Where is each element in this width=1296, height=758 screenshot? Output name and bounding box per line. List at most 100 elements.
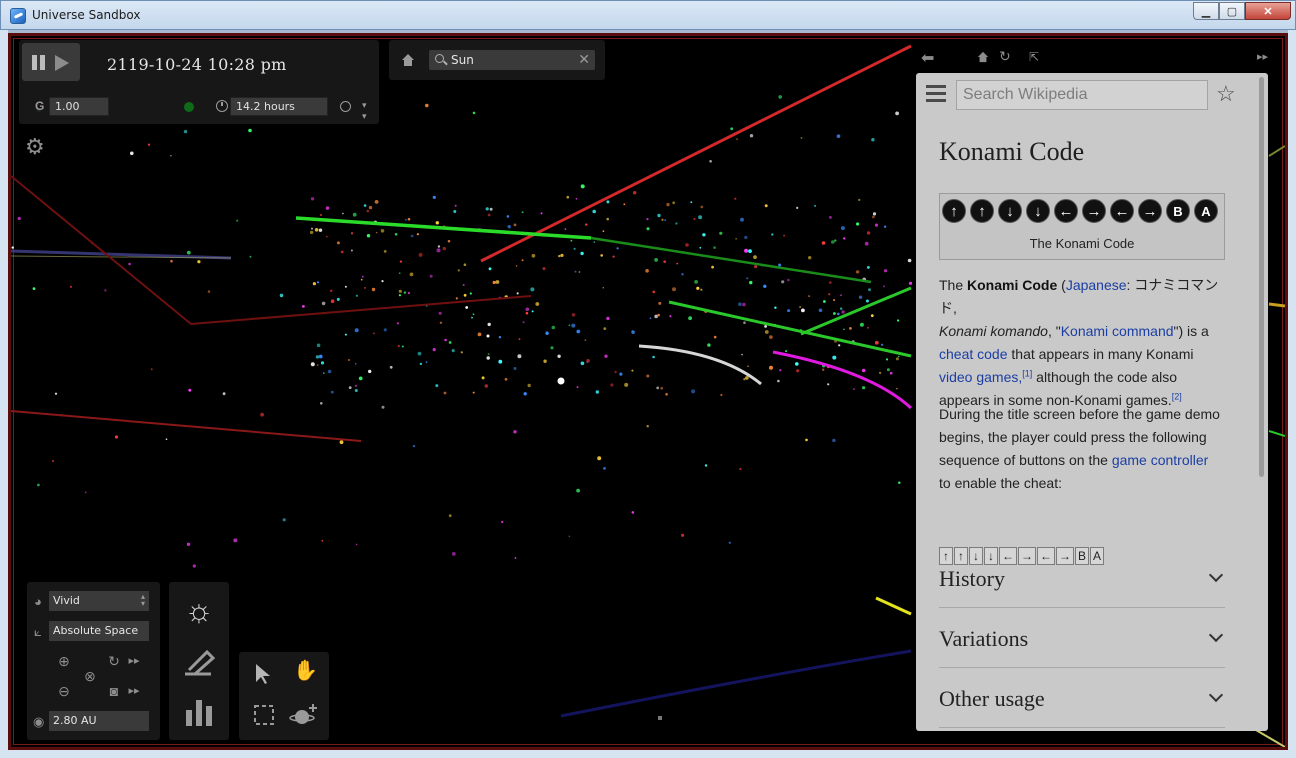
star	[740, 217, 744, 222]
external-link-icon[interactable]: ⇱	[1029, 50, 1039, 64]
citation-1[interactable]: [1]	[1022, 368, 1032, 378]
play-icon[interactable]	[55, 55, 69, 71]
reference-frame-select[interactable]: Absolute Space	[49, 621, 149, 641]
home-icon[interactable]	[401, 53, 415, 67]
time-toggle-icon[interactable]	[340, 101, 351, 112]
hand-icon[interactable]: ✋	[293, 661, 318, 686]
star	[748, 249, 752, 254]
star	[874, 223, 879, 227]
menu-icon[interactable]	[926, 85, 946, 103]
star	[592, 209, 596, 214]
star	[354, 328, 359, 333]
home-icon[interactable]	[977, 51, 989, 63]
wiki-search-input[interactable]: Search Wikipedia	[956, 80, 1208, 110]
star	[720, 393, 723, 397]
pause-icon[interactable]	[32, 55, 46, 70]
section-other-usage[interactable]: Other usage	[939, 668, 1225, 728]
add-body-icon[interactable]	[289, 702, 319, 728]
link-cheat-code[interactable]: cheat code	[939, 346, 1008, 362]
konami-button-4: ←	[1054, 199, 1078, 223]
fast-forward-icon[interactable]: ▸▸	[125, 652, 143, 670]
close-button[interactable]: ✕	[1245, 2, 1291, 20]
cursor-icon[interactable]	[253, 662, 273, 686]
color-mode-select[interactable]: Vivid ▴ ▾	[49, 591, 149, 611]
reload-icon[interactable]: ↻	[999, 48, 1011, 65]
star	[840, 307, 843, 310]
infobox-caption: The Konami Code	[1029, 236, 1135, 251]
link-konami-command[interactable]: Konami command	[1061, 323, 1174, 339]
gear-icon[interactable]: ⚙	[25, 136, 47, 158]
gravity-field[interactable]: 1.00	[49, 97, 109, 116]
star	[657, 213, 661, 218]
star	[403, 291, 407, 294]
star	[837, 312, 840, 316]
star	[325, 235, 328, 238]
section-title: Variations	[939, 626, 1029, 651]
fast-forward-icon[interactable]: ▸▸	[125, 682, 143, 700]
star	[576, 329, 581, 334]
chevron-down-icon[interactable]	[1208, 567, 1224, 583]
section-history[interactable]: History	[939, 548, 1225, 608]
sun-icon[interactable]: ☼	[181, 592, 217, 628]
chevron-down-icon[interactable]	[1208, 627, 1224, 643]
star	[416, 233, 419, 236]
star	[849, 327, 852, 330]
star	[454, 204, 457, 207]
star	[530, 287, 535, 292]
star	[696, 286, 700, 290]
star	[571, 323, 576, 328]
star	[814, 204, 817, 207]
window-title: Universe Sandbox	[32, 8, 141, 22]
minimize-button[interactable]: ▁	[1193, 2, 1219, 20]
star-icon[interactable]: ☆	[1216, 81, 1236, 107]
konami-button-9: A	[1194, 199, 1218, 223]
star	[451, 349, 455, 353]
link-japanese[interactable]: Japanese	[1066, 277, 1127, 293]
spinner-icon[interactable]: ▴ ▾	[141, 593, 145, 608]
star	[249, 255, 252, 258]
distance-field[interactable]: 2.80 AU	[49, 711, 149, 731]
star	[843, 328, 845, 331]
rotate-icon[interactable]: ↻	[105, 652, 123, 670]
time-step-field[interactable]: 14.2 hours	[230, 97, 328, 116]
sun-body	[557, 377, 565, 385]
box-select-icon[interactable]	[253, 704, 275, 726]
star	[864, 241, 869, 246]
star	[745, 376, 749, 380]
back-icon[interactable]: ⬅	[921, 48, 934, 68]
scrollbar[interactable]	[1259, 77, 1264, 477]
star	[693, 217, 696, 221]
star	[311, 227, 313, 230]
star	[352, 212, 357, 217]
section-variations[interactable]: Variations	[939, 608, 1225, 668]
star	[868, 288, 871, 292]
italic-term: Konami komando	[939, 323, 1048, 339]
star	[542, 267, 546, 271]
chevron-down-icon[interactable]	[1208, 687, 1224, 703]
paint-tool-icon[interactable]	[181, 646, 217, 678]
focus-icon[interactable]: ⊗	[81, 667, 99, 685]
camera-icon[interactable]: ◙	[105, 682, 123, 700]
zoom-in-icon[interactable]: ⊕	[55, 652, 73, 670]
star	[570, 239, 573, 242]
orbit-trail	[1268, 145, 1285, 157]
maximize-button[interactable]: ▢	[1219, 2, 1245, 20]
star	[672, 201, 676, 205]
star	[398, 294, 401, 297]
star	[867, 266, 870, 269]
star	[32, 287, 36, 290]
stats-icon[interactable]	[183, 696, 215, 728]
link-game-controller[interactable]: game controller	[1112, 452, 1209, 468]
collapse-panel-icon[interactable]: ▸▸	[1257, 50, 1268, 63]
citation-2[interactable]: [2]	[1172, 391, 1182, 401]
simulation-viewport[interactable]: 2119-10-24 10:28 pm G 1.00 14.2 hours ▾ ▾…	[8, 33, 1288, 750]
search-input[interactable]: Sun ✕	[429, 50, 595, 70]
clear-icon[interactable]: ✕	[578, 51, 590, 68]
link-video-games[interactable]: video games,	[939, 369, 1022, 385]
star	[360, 278, 363, 281]
dropdown-arrow-icon[interactable]: ▾ ▾	[362, 100, 367, 122]
star	[380, 229, 385, 233]
intro-paragraph: The Konami Code (Japanese: コナミコマンド, Kona…	[939, 274, 1231, 412]
star	[779, 369, 782, 372]
zoom-out-icon[interactable]: ⊖	[55, 682, 73, 700]
